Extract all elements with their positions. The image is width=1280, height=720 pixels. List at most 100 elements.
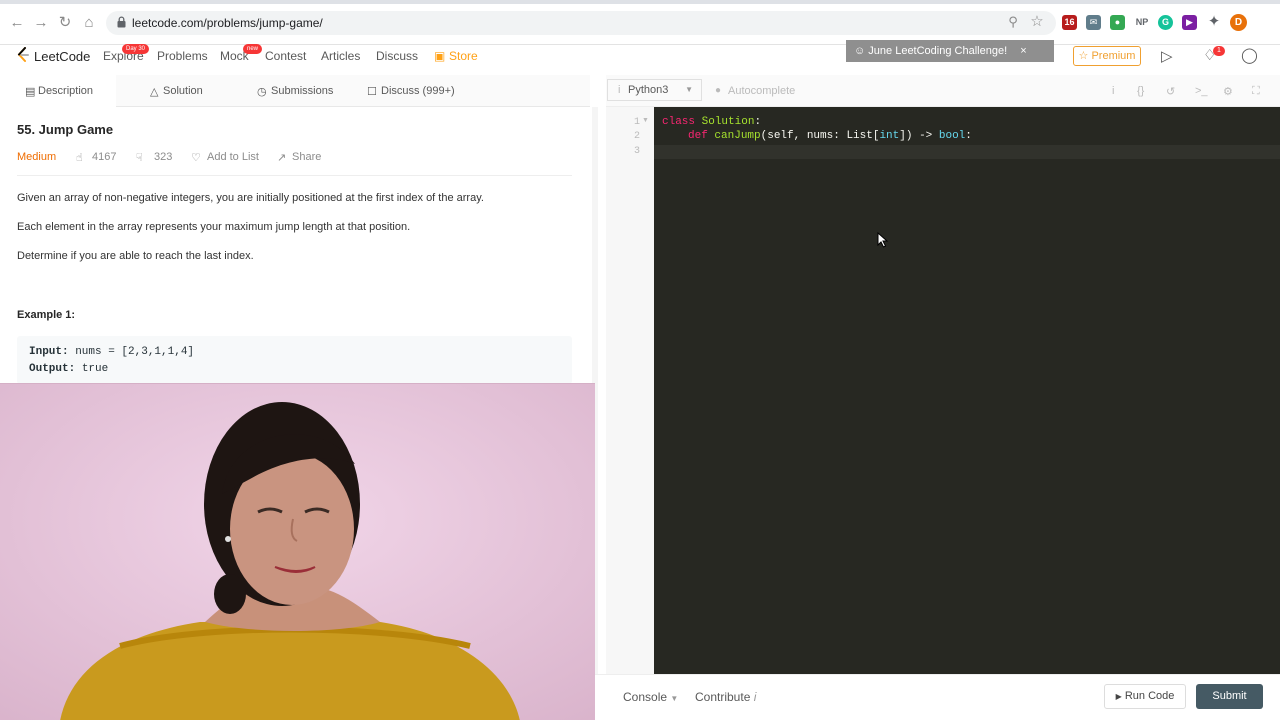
challenge-emoji-icon: ☺ — [854, 45, 866, 57]
line-number: 2 — [633, 131, 640, 142]
editor-gutter — [606, 107, 654, 674]
code-editor[interactable] — [654, 107, 1280, 674]
run-code-button[interactable]: ▶ Run Code — [1104, 684, 1186, 709]
example-title: Example 1: — [17, 309, 76, 321]
close-icon[interactable]: × — [1020, 45, 1026, 57]
tab-solution[interactable]: Solution — [163, 85, 203, 97]
nav-store[interactable]: Store — [449, 49, 478, 63]
bookmark-star-icon[interactable]: ☆ — [1028, 13, 1046, 31]
problem-title: 55. Jump Game — [17, 122, 114, 137]
thumbs-up-icon[interactable]: ☝ — [76, 151, 83, 164]
colon: : — [965, 130, 972, 142]
store-icon[interactable]: ▣ — [434, 49, 445, 63]
active-line — [654, 145, 1280, 159]
premium-label: Premium — [1091, 50, 1136, 62]
challenge-banner-text: June LeetCoding Challenge! — [868, 45, 1008, 57]
nav-problems[interactable]: Problems — [157, 49, 208, 63]
autocomplete-dot-icon[interactable]: ● — [715, 85, 721, 96]
fullscreen-icon[interactable]: ⛶ — [1252, 85, 1260, 98]
language-label: Python3 — [628, 84, 669, 96]
class-name: Solution — [695, 116, 755, 128]
logo-text[interactable]: LeetCode — [34, 49, 90, 64]
terminal-icon[interactable]: >_ — [1195, 85, 1208, 97]
input-value: nums = [2,3,1,1,4] — [68, 346, 195, 358]
playground-icon[interactable]: ▷ — [1161, 47, 1173, 65]
share-icon[interactable]: ↗ — [277, 151, 286, 164]
add-to-list-button[interactable]: Add to List — [207, 151, 259, 163]
solution-icon: △ — [150, 86, 159, 98]
np-extension-icon[interactable]: NP — [1133, 15, 1151, 30]
language-select[interactable]: i Python3 ▼ — [607, 79, 702, 101]
profile-avatar[interactable]: D — [1230, 14, 1247, 31]
grammarly-icon[interactable]: G — [1158, 15, 1173, 30]
extensions-puzzle-icon[interactable]: ✦ — [1205, 13, 1223, 31]
type-int: int — [879, 130, 900, 142]
run-code-label: Run Code — [1124, 690, 1175, 702]
description-paragraph: Determine if you are able to reach the l… — [17, 250, 254, 262]
likes-count: 4167 — [92, 151, 117, 163]
difficulty-label: Medium — [17, 151, 57, 163]
console-button[interactable]: Console ▼ — [623, 690, 678, 704]
back-icon[interactable]: ← — [8, 14, 26, 32]
share-button[interactable]: Share — [292, 151, 321, 163]
nav-discuss[interactable]: Discuss — [376, 49, 418, 63]
line-number: 1 — [633, 117, 640, 128]
input-label: Input: — [29, 346, 69, 358]
description-paragraph: Each element in the array represents you… — [17, 221, 411, 233]
reload-icon[interactable]: ↻ — [56, 14, 74, 32]
console-label: Console — [623, 690, 668, 704]
heart-icon[interactable]: ♡ — [191, 151, 201, 164]
nav-articles[interactable]: Articles — [321, 49, 360, 63]
submissions-icon: ◷ — [257, 86, 267, 98]
keyword-class: class — [662, 116, 696, 128]
leetcode-logo-icon[interactable] — [16, 47, 30, 63]
info-icon: i — [753, 690, 757, 704]
description-icon: ▤ — [25, 86, 36, 98]
mail-extension-icon[interactable]: ✉ — [1086, 15, 1101, 30]
forward-icon[interactable]: → — [32, 14, 50, 32]
home-icon[interactable]: ⌂ — [80, 14, 98, 32]
line-number: 3 — [633, 146, 640, 157]
premium-button[interactable]: ☆ Premium — [1073, 46, 1141, 66]
braces-icon[interactable]: {} — [1137, 85, 1144, 97]
editor-toolbar — [606, 75, 1280, 107]
fold-icon[interactable]: ▼ — [642, 117, 649, 124]
output-label: Output: — [29, 363, 76, 375]
user-avatar-icon[interactable]: ◯ — [1241, 46, 1258, 64]
tab-description[interactable]: Description — [38, 85, 93, 97]
submit-button[interactable]: Submit — [1196, 684, 1263, 709]
autocomplete-toggle[interactable]: Autocomplete — [728, 85, 795, 97]
chevron-down-icon: ▼ — [670, 694, 679, 703]
reset-icon[interactable]: ↺ — [1166, 85, 1175, 98]
extension-icon[interactable]: 16 — [1062, 15, 1077, 30]
webcam-overlay — [0, 383, 595, 720]
dislikes-count: 323 — [154, 151, 173, 163]
divider — [17, 175, 572, 176]
settings-gear-icon[interactable]: ⚙ — [1223, 85, 1233, 98]
explore-badge: Day 30 — [122, 44, 150, 54]
nav-contest[interactable]: Contest — [265, 49, 306, 63]
zoom-icon[interactable]: ⚲ — [1004, 13, 1022, 31]
purple-extension-icon[interactable]: ▶ — [1182, 15, 1197, 30]
tab-discuss[interactable]: Discuss (999+) — [381, 85, 455, 97]
code-line-1: class Solution: — [662, 116, 761, 128]
contribute-label: Contribute — [695, 690, 751, 704]
challenge-banner[interactable]: ☺ June LeetCoding Challenge! × — [846, 40, 1054, 62]
discuss-icon: ☐ — [367, 86, 377, 98]
example-box — [17, 336, 572, 384]
mouse-pointer-icon — [877, 232, 889, 248]
lock-icon — [117, 16, 126, 28]
green-extension-icon[interactable]: ● — [1110, 15, 1125, 30]
tab-submissions[interactable]: Submissions — [271, 85, 333, 97]
type-bool: bool — [938, 130, 966, 142]
colon: : — [754, 116, 762, 128]
star-icon: ☆ — [1078, 50, 1089, 62]
params: (self, nums: List[ — [760, 130, 880, 142]
info-icon[interactable]: i — [1112, 85, 1114, 97]
url-text[interactable]: leetcode.com/problems/jump-game/ — [132, 16, 323, 30]
contribute-button[interactable]: Contribute i — [695, 690, 756, 704]
keyword-def: def — [688, 130, 708, 142]
thumbs-down-icon[interactable]: ☟ — [136, 151, 143, 164]
function-name: canJump — [707, 130, 761, 142]
output-value: true — [75, 363, 109, 375]
